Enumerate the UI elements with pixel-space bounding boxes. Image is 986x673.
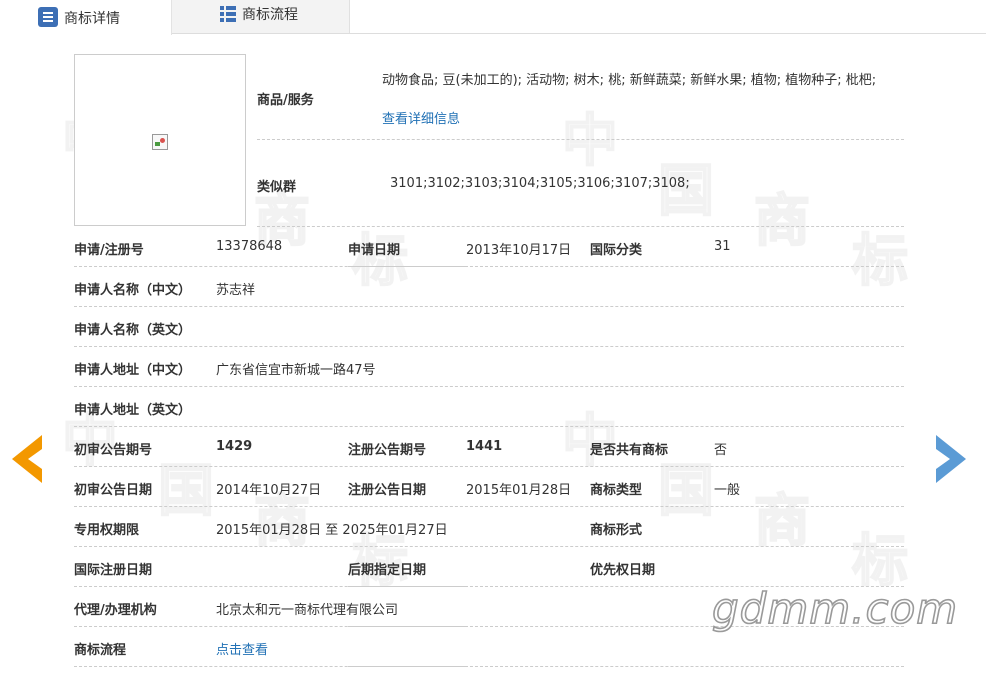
priority-date-label: 优先权日期	[590, 563, 656, 578]
apply-date-label: 申请日期	[348, 243, 401, 258]
prelim-date-label: 初审公告日期	[74, 483, 153, 498]
divider	[74, 426, 904, 427]
exclusive-label: 专用权期限	[74, 523, 140, 538]
reg-pub-date-value: 2015年01月28日	[466, 483, 572, 498]
shared-value: 否	[714, 443, 728, 458]
goods-services-value: 动物食品; 豆(未加工的); 活动物; 树木; 桃; 新鲜蔬菜; 新鲜水果; 植…	[382, 73, 877, 88]
applicant-cn-label: 申请人名称（中文）	[74, 283, 192, 298]
prelim-date-value: 2014年10月27日	[216, 483, 322, 498]
address-en-label: 申请人地址（英文）	[74, 403, 192, 418]
watermark-char: 标	[851, 227, 909, 295]
divider	[257, 139, 904, 140]
tm-type-label: 商标类型	[590, 483, 643, 498]
site-watermark: gdmm.com	[711, 583, 959, 634]
prev-arrow-icon[interactable]	[8, 433, 44, 485]
reg-no-label: 申请/注册号	[74, 243, 144, 258]
intl-class-label: 国际分类	[590, 243, 643, 258]
address-cn-label: 申请人地址（中文）	[74, 363, 192, 378]
divider	[257, 226, 904, 227]
broken-image-icon	[152, 134, 168, 150]
prelim-no-label: 初审公告期号	[74, 443, 153, 458]
watermark-char: 中	[561, 107, 619, 175]
divider	[74, 546, 904, 547]
reg-pub-no-label: 注册公告期号	[348, 443, 427, 458]
reg-pub-date-label: 注册公告日期	[348, 483, 427, 498]
divider	[74, 386, 904, 387]
applicant-en-label: 申请人名称（英文）	[74, 323, 192, 338]
watermark-char: 国	[157, 457, 215, 525]
tab-trademark-flow[interactable]: 商标流程	[172, 0, 350, 33]
applicant-cn-value: 苏志祥	[216, 283, 256, 298]
divider	[348, 626, 468, 627]
divider	[74, 306, 904, 307]
watermark-char: 中	[561, 407, 619, 475]
address-cn-value: 广东省信宜市新城一路47号	[216, 363, 376, 378]
next-arrow-icon[interactable]	[934, 433, 970, 485]
grid-list-icon	[220, 6, 236, 22]
reg-pub-no-value: 1441	[466, 439, 503, 454]
similar-group-value: 3101;3102;3103;3104;3105;3106;3107;3108;	[390, 176, 690, 191]
later-date-label: 后期指定日期	[348, 563, 427, 578]
goods-services-label: 商品/服务	[257, 93, 314, 108]
tab-label: 商标详情	[64, 11, 120, 27]
watermark-char: 商	[753, 187, 811, 255]
watermark-char: 国	[657, 457, 715, 525]
agent-label: 代理/办理机构	[74, 603, 157, 618]
similar-group-label: 类似群	[257, 180, 297, 195]
tab-bar: 商标详情 商标流程	[0, 0, 986, 35]
agent-value: 北京太和元一商标代理有限公司	[216, 603, 399, 618]
divider	[348, 586, 468, 587]
divider	[74, 506, 904, 507]
view-details-link[interactable]: 查看详细信息	[382, 108, 460, 127]
trademark-image-box	[74, 54, 246, 226]
divider	[74, 346, 904, 347]
intl-class-value: 31	[714, 239, 731, 254]
shared-label: 是否共有商标	[590, 443, 669, 458]
divider	[74, 666, 904, 667]
tab-label: 商标流程	[242, 7, 298, 23]
prelim-no-value: 1429	[216, 439, 253, 454]
exclusive-value: 2015年01月28日 至 2025年01月27日	[216, 523, 448, 538]
divider	[348, 266, 468, 267]
watermark-char: 商	[753, 487, 811, 555]
divider	[74, 466, 904, 467]
tm-form-label: 商标形式	[590, 523, 643, 538]
reg-no-value: 13378648	[216, 239, 283, 254]
divider	[74, 266, 904, 267]
divider	[348, 666, 468, 667]
tm-type-value: 一般	[714, 483, 741, 498]
apply-date-value: 2013年10月17日	[466, 243, 572, 258]
view-flow-link[interactable]: 点击查看	[216, 639, 268, 658]
list-icon	[38, 7, 58, 27]
tab-trademark-detail[interactable]: 商标详情	[0, 0, 172, 35]
intl-reg-date-label: 国际注册日期	[74, 563, 153, 578]
flow-label: 商标流程	[74, 643, 127, 658]
